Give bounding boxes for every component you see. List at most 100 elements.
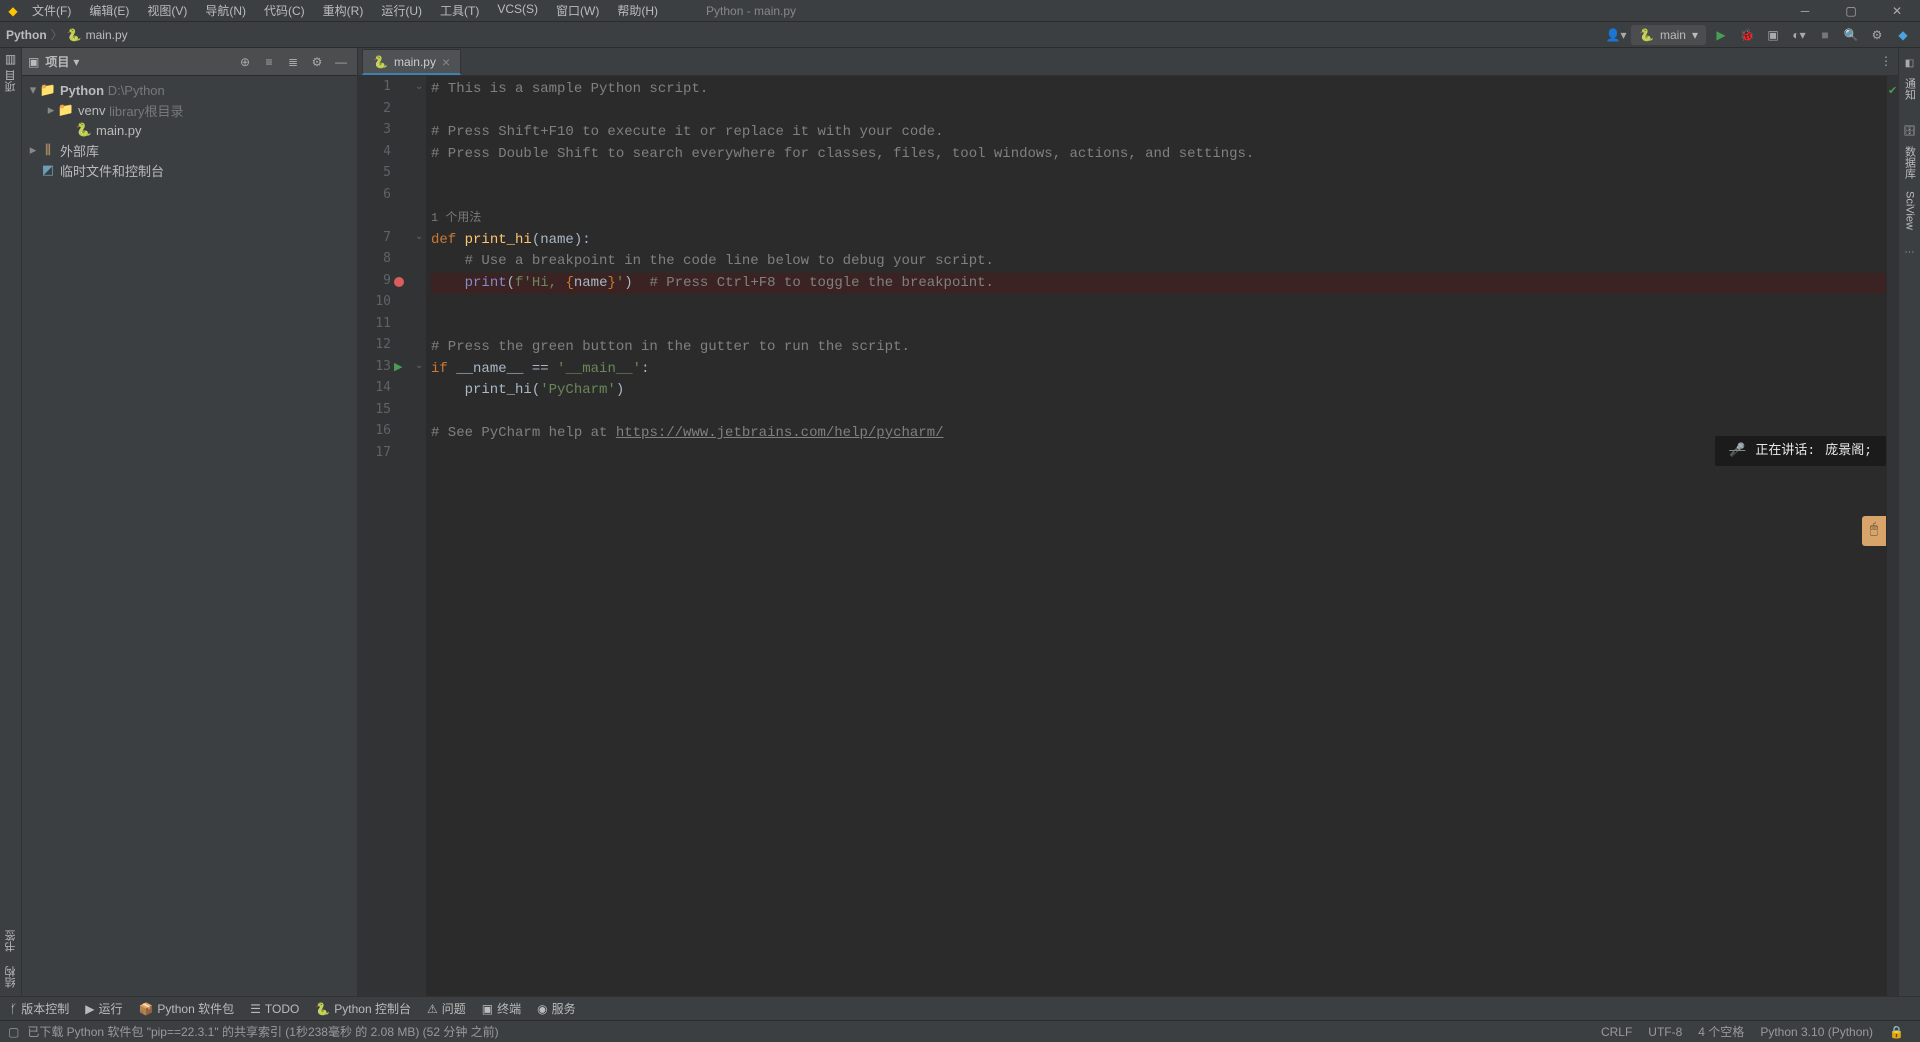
menu-file[interactable]: 文件(F)	[24, 2, 79, 19]
left-strip-project-label[interactable]: 项目	[3, 70, 19, 92]
expand-all-icon[interactable]: ≡	[259, 52, 279, 72]
profile-button[interactable]: ◐▾	[1788, 24, 1810, 46]
left-strip-bookmarks-label[interactable]: 书签	[3, 930, 19, 952]
left-strip-structure-label[interactable]: 结构	[3, 966, 19, 988]
run-button[interactable]: ▶	[1710, 24, 1732, 46]
target-icon[interactable]: ⊕	[235, 52, 255, 72]
fold-icon[interactable]: ⌄	[415, 231, 423, 242]
code-with-me-icon[interactable]: ◆	[1892, 24, 1914, 46]
tree-file-name: main.py	[96, 123, 142, 138]
menu-navigate[interactable]: 导航(N)	[197, 2, 254, 19]
status-encoding[interactable]: UTF-8	[1640, 1025, 1690, 1039]
window-minimize-button[interactable]: ─	[1782, 0, 1828, 22]
title-bar: ◆ 文件(F) 编辑(E) 视图(V) 导航(N) 代码(C) 重构(R) 运行…	[0, 0, 1920, 22]
speaking-overlay: 🎤 正在讲话: 庞景阁;	[1715, 436, 1886, 466]
folder-icon: 📁	[40, 82, 56, 98]
status-indent[interactable]: 4 个空格	[1690, 1023, 1752, 1040]
add-user-icon[interactable]: 👤▾	[1605, 24, 1627, 46]
run-configuration-selector[interactable]: 🐍 main ▾	[1631, 25, 1706, 45]
package-icon: 📦	[138, 1002, 153, 1016]
folder-icon: 📁	[58, 102, 74, 118]
chevron-right-icon[interactable]: ▸	[26, 142, 40, 158]
breadcrumb-project[interactable]: Python	[6, 28, 47, 42]
line-number: 12	[361, 337, 391, 352]
line-number: 17	[361, 445, 391, 460]
line-number: 9	[361, 273, 391, 288]
run-gutter-icon[interactable]: ▶	[394, 360, 406, 372]
project-tool-icon[interactable]: ▥	[5, 52, 16, 66]
menu-code[interactable]: 代码(C)	[256, 2, 313, 19]
app-logo-icon: ◆	[0, 4, 20, 18]
bottom-services[interactable]: ◉服务	[537, 1000, 576, 1017]
chevron-down-icon[interactable]: ▾	[73, 55, 79, 69]
bottom-terminal[interactable]: ▣终端	[482, 1000, 521, 1017]
run-coverage-button[interactable]: ▣	[1762, 24, 1784, 46]
right-strip-notifications-label[interactable]: 通知	[1902, 78, 1918, 100]
fold-icon[interactable]: ⌄	[415, 81, 423, 92]
hide-panel-icon[interactable]: —	[331, 52, 351, 72]
tree-ext-lib-label: 外部库	[60, 141, 99, 160]
fold-strip: ⌄ ⌄ ⌄	[413, 76, 427, 996]
code-line: # This is a sample Python script.	[431, 81, 708, 97]
menu-edit[interactable]: 编辑(E)	[81, 2, 137, 19]
collapse-all-icon[interactable]: ≣	[283, 52, 303, 72]
right-strip-sciview-label[interactable]: SciView	[1904, 191, 1916, 230]
menu-run[interactable]: 运行(U)	[373, 2, 430, 19]
bottom-problems[interactable]: ⚠问题	[427, 1000, 466, 1017]
play-icon: ▶	[85, 1002, 94, 1016]
more-icon[interactable]: ⋯	[1901, 242, 1919, 264]
tree-scratches[interactable]: ◩ 临时文件和控制台	[22, 160, 357, 180]
code-editor[interactable]: # This is a sample Python script. # Pres…	[427, 76, 1886, 996]
debug-button[interactable]: 🐞	[1736, 24, 1758, 46]
python-file-icon: 🐍	[76, 122, 92, 138]
chevron-down-icon[interactable]: ▾	[26, 82, 40, 98]
bottom-vcs[interactable]: ᚶ版本控制	[10, 1000, 69, 1017]
bottom-run[interactable]: ▶运行	[85, 1000, 122, 1017]
bottom-todo[interactable]: ☰TODO	[250, 1002, 299, 1016]
breakpoint-icon[interactable]	[394, 277, 406, 289]
code-line: # Press Shift+F10 to execute it or repla…	[431, 124, 943, 140]
tree-external-libs[interactable]: ▸ ⫼ 外部库	[22, 140, 357, 160]
tabs-more-icon[interactable]: ⋮	[1880, 54, 1892, 68]
bottom-python-console[interactable]: 🐍Python 控制台	[315, 1000, 411, 1017]
gear-icon[interactable]: ⚙	[307, 52, 327, 72]
line-number: 11	[361, 316, 391, 331]
tab-main-py[interactable]: 🐍 main.py ×	[362, 49, 461, 75]
right-tool-strip: ◧ 通知 🗄 数据库 SciView ⋯	[1898, 48, 1920, 996]
menu-refactor[interactable]: 重构(R)	[315, 2, 372, 19]
menu-tools[interactable]: 工具(T)	[432, 2, 487, 19]
menu-vcs[interactable]: VCS(S)	[489, 2, 546, 19]
fold-icon[interactable]: ⌄	[415, 360, 423, 371]
bottom-tool-bar: ᚶ版本控制 ▶运行 📦Python 软件包 ☰TODO 🐍Python 控制台 …	[0, 996, 1920, 1020]
breadcrumb-file[interactable]: main.py	[86, 28, 128, 42]
line-number: 1	[361, 79, 391, 94]
lock-icon[interactable]: 🔒	[1881, 1025, 1912, 1039]
window-maximize-button[interactable]: ▢	[1828, 0, 1874, 22]
analysis-ok-icon[interactable]: ✔	[1888, 84, 1897, 97]
status-line-separator[interactable]: CRLF	[1593, 1025, 1640, 1039]
chevron-right-icon[interactable]: ▸	[44, 102, 58, 118]
console-icon: 🐍	[315, 1002, 330, 1016]
status-interpreter[interactable]: Python 3.10 (Python)	[1752, 1025, 1881, 1039]
tab-label: main.py	[394, 55, 436, 69]
status-icon[interactable]: ▢	[8, 1025, 19, 1039]
close-tab-icon[interactable]: ×	[442, 54, 450, 70]
window-close-button[interactable]: ✕	[1874, 0, 1920, 22]
menu-view[interactable]: 视图(V)	[139, 2, 195, 19]
tree-venv[interactable]: ▸ 📁 venv library根目录	[22, 100, 357, 120]
menu-help[interactable]: 帮助(H)	[609, 2, 666, 19]
usages-hint[interactable]: 1 个用法	[431, 211, 481, 225]
settings-button[interactable]: ⚙	[1866, 24, 1888, 46]
stop-button[interactable]: ■	[1814, 24, 1836, 46]
editor-tabs: 🐍 main.py × ⋮	[358, 48, 1898, 76]
bottom-python-packages[interactable]: 📦Python 软件包	[138, 1000, 234, 1017]
project-panel-title: 项目	[43, 53, 69, 70]
database-icon[interactable]: 🗄	[1901, 120, 1919, 142]
tree-root[interactable]: ▾ 📁 Python D:\Python	[22, 80, 357, 100]
notifications-icon[interactable]: ◧	[1901, 52, 1919, 74]
menu-window[interactable]: 窗口(W)	[548, 2, 607, 19]
window-title: Python - main.py	[666, 4, 1782, 18]
tree-file-main[interactable]: 🐍 main.py	[22, 120, 357, 140]
search-everywhere-button[interactable]: 🔍	[1840, 24, 1862, 46]
right-strip-database-label[interactable]: 数据库	[1902, 146, 1918, 179]
